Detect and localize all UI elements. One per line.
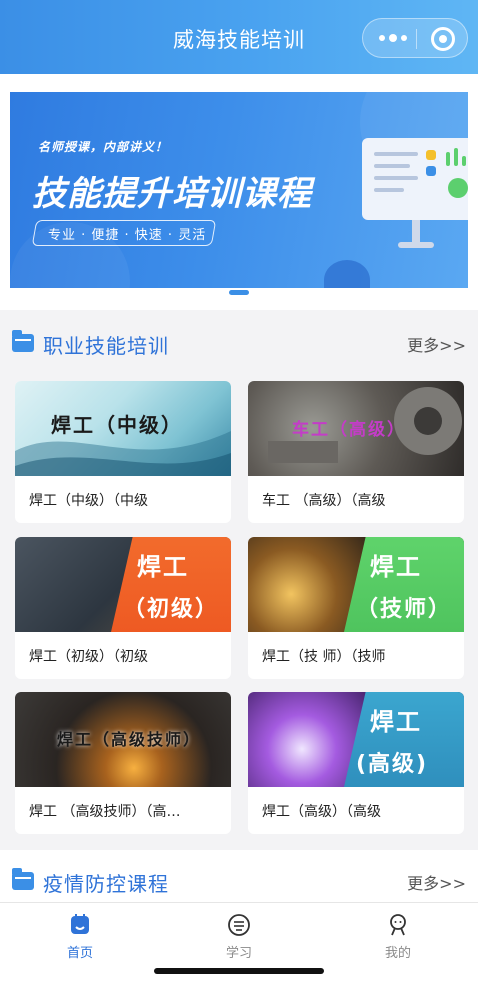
course-thumbnail-subtitle: （初级） [123, 597, 220, 622]
course-card[interactable]: 焊工（中级） 焊工（中级）（中级 [15, 381, 231, 523]
course-thumbnail: 焊工 (高级) [248, 692, 464, 787]
profile-icon [390, 914, 406, 936]
banner-tagline: 名师授课，内部讲义！ [38, 140, 169, 154]
vocational-section-title: 职业技能培训 [43, 334, 169, 358]
folder-icon [12, 330, 34, 352]
vocational-section-header: 职业技能培训 更多>> [0, 310, 478, 370]
course-thumbnail-title: 焊工（中级） [51, 413, 183, 437]
course-thumbnail-subtitle: （技师） [356, 597, 453, 622]
course-thumbnail: 焊工 （初级） [15, 537, 231, 632]
course-thumbnail-title: 焊工（高级技师） [57, 730, 202, 749]
folder-icon [12, 868, 34, 890]
course-thumbnail-subtitle: (高级) [356, 752, 429, 777]
carousel-indicator[interactable] [229, 290, 249, 295]
epidemic-section-title: 疫情防控课程 [43, 872, 169, 896]
course-thumbnail-title: 焊工 [370, 708, 422, 736]
epidemic-more-link[interactable]: 更多>> [407, 870, 466, 894]
course-card[interactable]: 焊工 （技师） 焊工（技 师）（技师 [248, 537, 464, 679]
course-title: 焊工（初级）（初级 [29, 649, 148, 665]
home-indicator [154, 968, 324, 974]
course-thumbnail: 焊工 （技师） [248, 537, 464, 632]
navigation-bar: 威海技能培训 [0, 0, 478, 74]
tab-home[interactable]: 首页 [0, 903, 160, 963]
monitor-base [398, 242, 434, 248]
course-thumbnail-title: 焊工 [370, 553, 422, 581]
banner-carousel[interactable]: 名师授课，内部讲义！ 技能提升培训课程 专业 · 便捷 · 快速 · 灵活 [10, 92, 468, 288]
course-title: 焊工（中级）（中级 [29, 493, 148, 509]
course-card[interactable]: 焊工 (高级) 焊工（高级）（高级 [248, 692, 464, 834]
course-title: 焊工（技 师）（技师 [262, 649, 386, 665]
course-thumbnail: 焊工（高级技师） [15, 692, 231, 787]
course-card[interactable]: 焊工（高级技师） 焊工 （高级技师）（高… [15, 692, 231, 834]
course-thumbnail: 焊工（中级） [15, 381, 231, 476]
epidemic-section-header: 疫情防控课程 更多>> [0, 850, 478, 910]
mini-program-capsule [362, 18, 468, 58]
vocational-more-link[interactable]: 更多>> [407, 332, 466, 356]
banner-title: 技能提升培训课程 [32, 174, 312, 214]
tab-study[interactable]: 学习 [159, 903, 319, 963]
capsule-divider [416, 29, 417, 49]
tab-profile[interactable]: 我的 [318, 903, 478, 963]
course-card[interactable]: 焊工 （初级） 焊工（初级）（初级 [15, 537, 231, 679]
course-title: 焊工（高级）（高级 [262, 804, 381, 820]
course-title: 焊工 （高级技师）（高… [29, 804, 181, 820]
study-icon [228, 914, 250, 936]
course-card[interactable]: 车工（高级） 车工 （高级）（高级 [248, 381, 464, 523]
home-icon [71, 914, 89, 934]
more-menu-icon[interactable] [379, 31, 407, 45]
monitor-illustration [362, 138, 468, 220]
tab-label: 我的 [384, 946, 411, 961]
tab-label: 学习 [225, 946, 252, 961]
banner-section: 名师授课，内部讲义！ 技能提升培训课程 专业 · 便捷 · 快速 · 灵活 [0, 74, 478, 310]
bottom-tab-bar: 首页 学习 我的 [0, 902, 478, 987]
course-title: 车工 （高级）（高级 [262, 493, 386, 509]
close-mini-program-icon[interactable] [431, 27, 455, 51]
course-thumbnail-title: 车工（高级） [292, 420, 406, 440]
tab-label: 首页 [66, 946, 93, 961]
course-thumbnail-title: 焊工 [137, 553, 189, 581]
course-thumbnail: 车工（高级） [248, 381, 464, 476]
banner-subtitle: 专业 · 便捷 · 快速 · 灵活 [48, 228, 207, 243]
